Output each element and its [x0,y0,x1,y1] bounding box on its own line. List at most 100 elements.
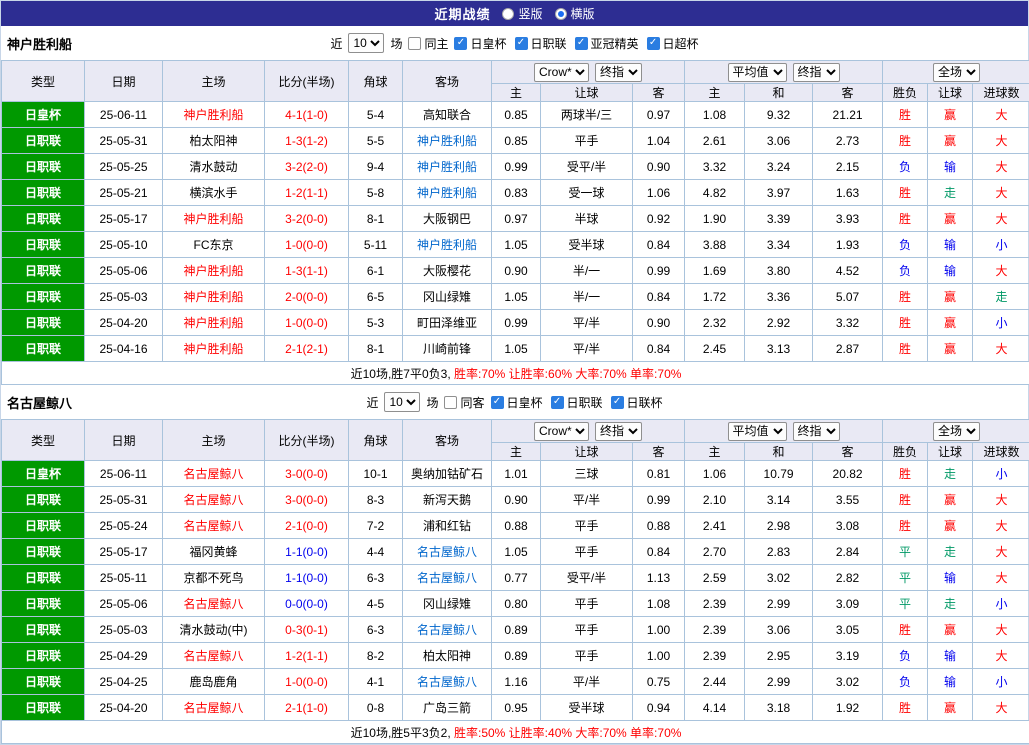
away-team[interactable]: 神户胜利船 [403,180,492,206]
away-team[interactable]: 名古屋鲸八 [403,539,492,565]
checkbox-checked-icon[interactable]: ✓ [611,396,624,409]
home-team[interactable]: 名古屋鲸八 [163,695,265,721]
league-filter-亚冠精英[interactable]: ✓亚冠精英 [575,35,639,52]
same-venue-filter[interactable]: 同主 [408,35,448,52]
recent-results-page: 近期战绩 竖版 横版 神户胜利船 近 10 场 同主 ✓日皇杯✓日职联 [0,0,1029,745]
league-filter-日皇杯[interactable]: ✓日皇杯 [491,394,543,411]
result-win-lose: 胜 [883,695,928,721]
home-team[interactable]: 神户胜利船 [163,102,265,128]
result-win-lose: 胜 [883,206,928,232]
checkbox-unchecked-icon[interactable] [408,37,421,50]
result-win-lose: 胜 [883,128,928,154]
sub-odds-home: 主 [492,84,541,102]
layout-radio-vertical[interactable]: 竖版 [502,5,542,22]
home-team[interactable]: 名古屋鲸八 [163,487,265,513]
home-team[interactable]: 神户胜利船 [163,206,265,232]
odds-handicap: 平/半 [541,336,633,362]
odds-time-select[interactable]: 终指 [595,422,642,441]
away-team[interactable]: 川崎前锋 [403,336,492,362]
layout-radio-horizontal[interactable]: 横版 [555,5,595,22]
away-team[interactable]: 广岛三箭 [403,695,492,721]
away-team[interactable]: 大阪樱花 [403,258,492,284]
away-team[interactable]: 名古屋鲸八 [403,565,492,591]
home-team[interactable]: 名古屋鲸八 [163,643,265,669]
corner-score: 7-2 [349,513,403,539]
bookmaker-select[interactable]: Crow* [534,422,589,441]
home-team[interactable]: 名古屋鲸八 [163,513,265,539]
home-team[interactable]: 神户胜利船 [163,258,265,284]
results-table: 类型 日期 主场 比分(半场) 角球 客场 Crow* 终指 平均值 [1,60,1029,385]
away-team[interactable]: 名古屋鲸八 [403,617,492,643]
corner-score: 5-4 [349,102,403,128]
odds-handicap: 受平/半 [541,154,633,180]
odds-home: 1.05 [492,284,541,310]
league-filter-日职联[interactable]: ✓日职联 [551,394,603,411]
away-team[interactable]: 高知联合 [403,102,492,128]
home-team[interactable]: 横滨水手 [163,180,265,206]
filter-bar: 近 10 场 同客 ✓日皇杯✓日职联✓日联杯 [366,392,662,412]
average-select[interactable]: 平均值 [728,422,787,441]
avg-home: 2.70 [685,539,745,565]
home-team[interactable]: 名古屋鲸八 [163,591,265,617]
checkbox-checked-icon[interactable]: ✓ [647,37,660,50]
radio-selected-icon[interactable] [555,8,567,20]
corner-score: 8-1 [349,336,403,362]
full-match-select[interactable]: 全场 [933,63,980,82]
same-venue-filter[interactable]: 同客 [444,394,484,411]
checkbox-checked-icon[interactable]: ✓ [575,37,588,50]
away-team[interactable]: 神户胜利船 [403,232,492,258]
league-filter-日超杯[interactable]: ✓日超杯 [647,35,699,52]
away-team[interactable]: 浦和红钻 [403,513,492,539]
result-win-lose: 胜 [883,102,928,128]
result-handicap: 赢 [928,102,973,128]
home-team[interactable]: 神户胜利船 [163,310,265,336]
home-team[interactable]: 京都不死鸟 [163,565,265,591]
away-team[interactable]: 冈山绿雉 [403,284,492,310]
score-halftime: 1-0(0-0) [265,310,349,336]
away-team[interactable]: 神户胜利船 [403,128,492,154]
avg-draw: 2.99 [745,669,813,695]
home-team[interactable]: FC东京 [163,232,265,258]
checkbox-checked-icon[interactable]: ✓ [454,37,467,50]
away-team[interactable]: 神户胜利船 [403,154,492,180]
checkbox-checked-icon[interactable]: ✓ [551,396,564,409]
avg-draw: 2.83 [745,539,813,565]
radio-unselected-icon[interactable] [502,8,514,20]
home-team[interactable]: 福冈黄蜂 [163,539,265,565]
away-team[interactable]: 冈山绿雉 [403,591,492,617]
match-row: 日职联25-05-03神户胜利船2-0(0-0)6-5冈山绿雉1.05半/一0.… [2,284,1029,310]
league-filter-日联杯[interactable]: ✓日联杯 [611,394,663,411]
bookmaker-select[interactable]: Crow* [534,63,589,82]
match-row: 日职联25-05-11京都不死鸟1-1(0-0)6-3名古屋鲸八0.77受平/半… [2,565,1029,591]
home-team[interactable]: 清水鼓动 [163,154,265,180]
away-team[interactable]: 町田泽维亚 [403,310,492,336]
average-time-select[interactable]: 终指 [793,63,840,82]
result-goals: 大 [973,154,1029,180]
checkbox-unchecked-icon[interactable] [444,396,457,409]
home-team[interactable]: 柏太阳神 [163,128,265,154]
result-win-lose: 负 [883,669,928,695]
league-filter-日皇杯[interactable]: ✓日皇杯 [454,35,506,52]
home-team[interactable]: 神户胜利船 [163,336,265,362]
avg-draw: 3.02 [745,565,813,591]
home-team[interactable]: 清水鼓动(中) [163,617,265,643]
odds-time-select[interactable]: 终指 [595,63,642,82]
score-halftime: 3-0(0-0) [265,487,349,513]
col-type: 类型 [2,420,85,461]
home-team[interactable]: 鹿岛鹿角 [163,669,265,695]
games-count-select[interactable]: 10 [384,392,420,412]
full-match-select[interactable]: 全场 [933,422,980,441]
away-team[interactable]: 大阪钢巴 [403,206,492,232]
home-team[interactable]: 名古屋鲸八 [163,461,265,487]
home-team[interactable]: 神户胜利船 [163,284,265,310]
checkbox-checked-icon[interactable]: ✓ [515,37,528,50]
checkbox-checked-icon[interactable]: ✓ [491,396,504,409]
away-team[interactable]: 奥纳加钴矿石 [403,461,492,487]
away-team[interactable]: 名古屋鲸八 [403,669,492,695]
league-filter-日职联[interactable]: ✓日职联 [515,35,567,52]
games-count-select[interactable]: 10 [348,33,384,53]
away-team[interactable]: 新泻天鹅 [403,487,492,513]
average-select[interactable]: 平均值 [728,63,787,82]
away-team[interactable]: 柏太阳神 [403,643,492,669]
average-time-select[interactable]: 终指 [793,422,840,441]
